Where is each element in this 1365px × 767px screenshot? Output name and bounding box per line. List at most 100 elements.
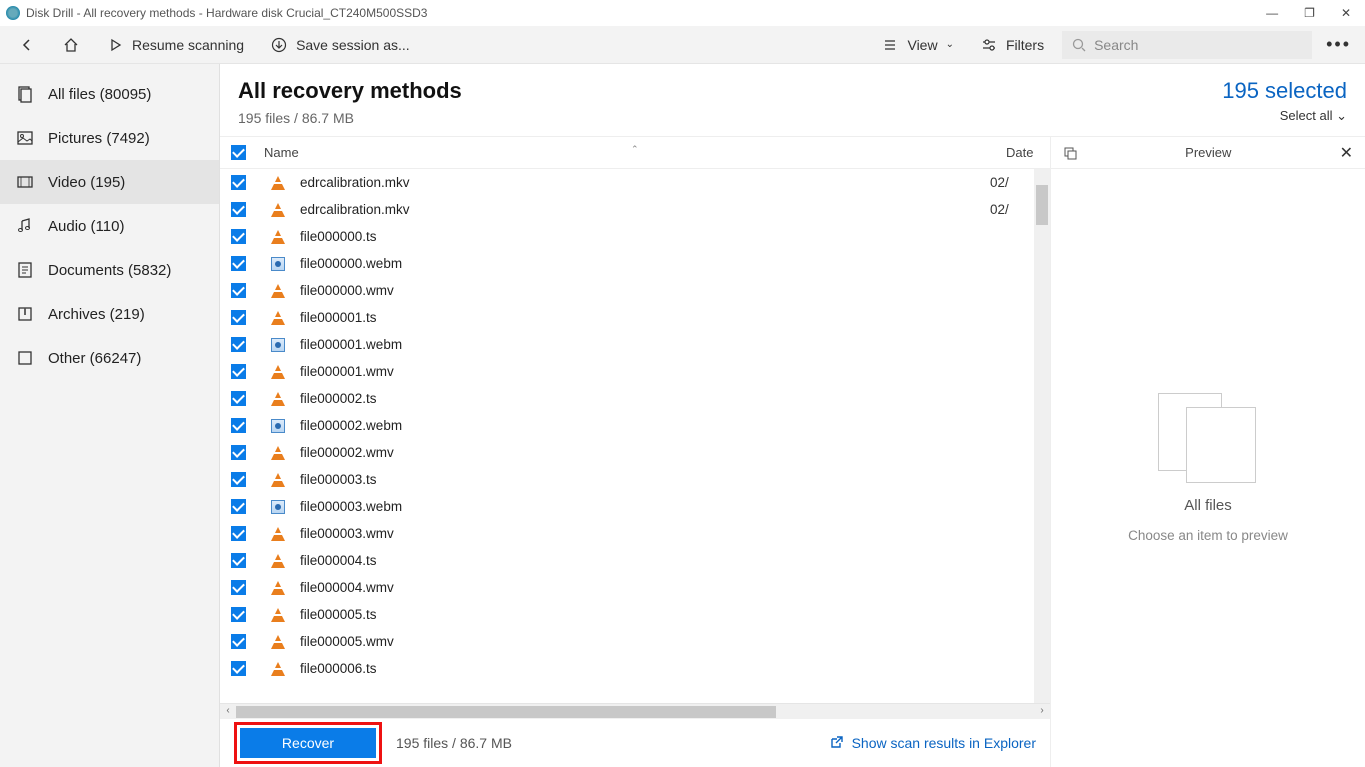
file-row[interactable]: edrcalibration.mkv02/ <box>220 196 1034 223</box>
file-row[interactable]: edrcalibration.mkv02/ <box>220 169 1034 196</box>
back-icon <box>18 36 36 54</box>
vlc-file-icon <box>271 446 285 460</box>
column-date[interactable]: Date <box>1006 145 1050 160</box>
main-header: All recovery methods 195 files / 86.7 MB… <box>220 64 1365 137</box>
vlc-file-icon <box>271 392 285 406</box>
file-name: file000003.webm <box>300 499 990 514</box>
row-checkbox[interactable] <box>231 472 246 487</box>
file-row[interactable]: file000003.ts <box>220 466 1034 493</box>
maximize-button[interactable]: ❐ <box>1304 6 1315 20</box>
file-name: file000002.ts <box>300 391 990 406</box>
file-row[interactable]: file000002.ts <box>220 385 1034 412</box>
select-all-dropdown[interactable]: Select all ⌄ <box>1222 108 1347 124</box>
file-row[interactable]: file000005.wmv <box>220 628 1034 655</box>
row-checkbox[interactable] <box>231 526 246 541</box>
select-all-checkbox[interactable] <box>231 145 246 160</box>
sidebar-item-label: Video (195) <box>48 174 125 191</box>
row-checkbox[interactable] <box>231 364 246 379</box>
document-icon <box>16 261 34 279</box>
minimize-button[interactable]: — <box>1266 6 1278 20</box>
sidebar-item-archives[interactable]: Archives (219) <box>0 292 219 336</box>
sidebar: All files (80095) Pictures (7492) Video … <box>0 64 220 767</box>
row-checkbox[interactable] <box>231 607 246 622</box>
row-checkbox[interactable] <box>231 580 246 595</box>
preview-close-button[interactable]: ✕ <box>1340 143 1353 163</box>
resume-label: Resume scanning <box>132 37 244 53</box>
file-row[interactable]: file000004.wmv <box>220 574 1034 601</box>
file-row[interactable]: file000005.ts <box>220 601 1034 628</box>
row-checkbox[interactable] <box>231 256 246 271</box>
filters-label: Filters <box>1006 37 1044 53</box>
search-placeholder: Search <box>1094 37 1138 53</box>
vlc-file-icon <box>271 284 285 298</box>
row-checkbox[interactable] <box>231 445 246 460</box>
file-name: file000001.wmv <box>300 364 990 379</box>
vertical-scrollbar[interactable] <box>1034 169 1050 703</box>
sidebar-item-audio[interactable]: Audio (110) <box>0 204 219 248</box>
sidebar-item-video[interactable]: Video (195) <box>0 160 219 204</box>
horizontal-scrollbar[interactable]: ‹› <box>220 703 1050 719</box>
page-subtitle: 195 files / 86.7 MB <box>238 110 462 126</box>
row-checkbox[interactable] <box>231 553 246 568</box>
play-icon <box>106 36 124 54</box>
resume-scanning-button[interactable]: Resume scanning <box>98 32 252 58</box>
vlc-file-icon <box>271 311 285 325</box>
file-row[interactable]: file000001.webm <box>220 331 1034 358</box>
row-checkbox[interactable] <box>231 310 246 325</box>
file-name: edrcalibration.mkv <box>300 202 990 217</box>
sidebar-item-other[interactable]: Other (66247) <box>0 336 219 380</box>
row-checkbox[interactable] <box>231 634 246 649</box>
row-checkbox[interactable] <box>231 661 246 676</box>
row-checkbox[interactable] <box>231 418 246 433</box>
home-button[interactable] <box>54 32 88 58</box>
sidebar-item-documents[interactable]: Documents (5832) <box>0 248 219 292</box>
selected-count: 195 selected <box>1222 78 1347 104</box>
file-name: file000000.wmv <box>300 283 990 298</box>
file-row[interactable]: file000000.ts <box>220 223 1034 250</box>
file-row[interactable]: file000003.webm <box>220 493 1034 520</box>
row-checkbox[interactable] <box>231 283 246 298</box>
row-checkbox[interactable] <box>231 337 246 352</box>
row-checkbox[interactable] <box>231 229 246 244</box>
file-row[interactable]: file000000.wmv <box>220 277 1034 304</box>
file-name: file000001.webm <box>300 337 990 352</box>
row-checkbox[interactable] <box>231 499 246 514</box>
more-button[interactable]: ••• <box>1326 34 1351 55</box>
file-date: 02/ <box>990 175 1034 190</box>
file-row[interactable]: file000001.ts <box>220 304 1034 331</box>
sidebar-item-pictures[interactable]: Pictures (7492) <box>0 116 219 160</box>
other-icon <box>16 349 34 367</box>
sidebar-item-label: All files (80095) <box>48 86 151 103</box>
file-row[interactable]: file000002.webm <box>220 412 1034 439</box>
search-input[interactable]: Search <box>1062 31 1312 59</box>
close-button[interactable]: ✕ <box>1341 6 1351 20</box>
file-name: file000000.ts <box>300 229 990 244</box>
filters-button[interactable]: Filters <box>972 32 1052 58</box>
file-row[interactable]: file000004.ts <box>220 547 1034 574</box>
file-list[interactable]: edrcalibration.mkv02/edrcalibration.mkv0… <box>220 169 1034 703</box>
vlc-file-icon <box>271 635 285 649</box>
toolbar: Resume scanning Save session as... View … <box>0 26 1365 64</box>
home-icon <box>62 36 80 54</box>
column-name[interactable]: Name ⌃ <box>256 145 1006 160</box>
row-checkbox[interactable] <box>231 175 246 190</box>
copy-icon[interactable] <box>1063 146 1077 160</box>
row-checkbox[interactable] <box>231 391 246 406</box>
file-row[interactable]: file000006.ts <box>220 655 1034 682</box>
file-name: file000005.ts <box>300 607 990 622</box>
file-row[interactable]: file000002.wmv <box>220 439 1034 466</box>
sidebar-item-all-files[interactable]: All files (80095) <box>0 72 219 116</box>
recover-highlight: Recover <box>234 722 382 764</box>
save-session-button[interactable]: Save session as... <box>262 32 418 58</box>
file-row[interactable]: file000003.wmv <box>220 520 1034 547</box>
vlc-file-icon <box>271 608 285 622</box>
file-row[interactable]: file000001.wmv <box>220 358 1034 385</box>
row-checkbox[interactable] <box>231 202 246 217</box>
main-panel: All recovery methods 195 files / 86.7 MB… <box>220 64 1365 767</box>
view-dropdown[interactable]: View ⌄ <box>873 32 961 58</box>
recover-button[interactable]: Recover <box>240 728 376 758</box>
back-button[interactable] <box>10 32 44 58</box>
open-external-icon <box>828 735 844 751</box>
show-in-explorer-link[interactable]: Show scan results in Explorer <box>828 735 1036 751</box>
file-row[interactable]: file000000.webm <box>220 250 1034 277</box>
